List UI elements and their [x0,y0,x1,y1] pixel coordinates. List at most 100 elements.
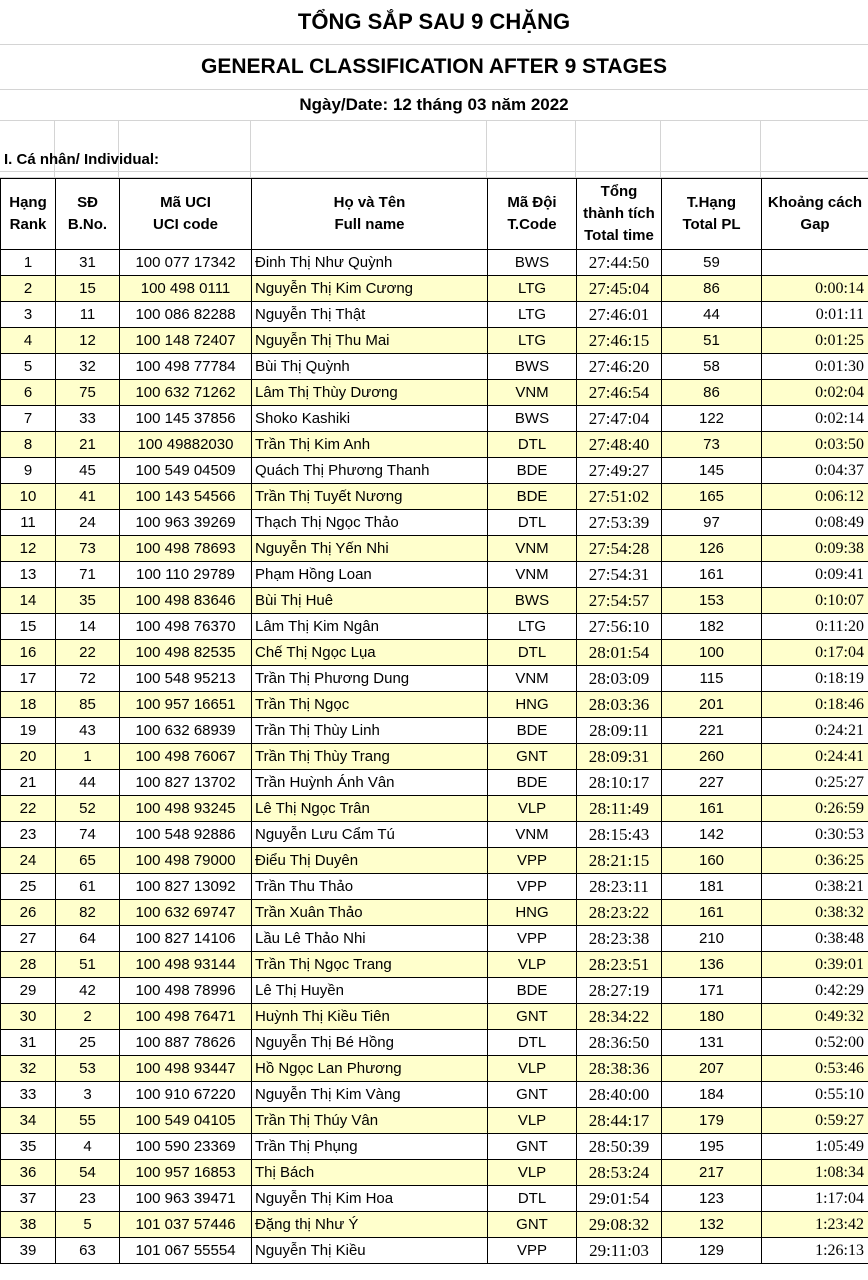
table-row: 29 42 100 498 78996 Lê Thị Huyền BDE 28:27:19… [0,977,868,1004]
bib-cell: 64 [55,925,120,952]
rank-cell: 6 [0,379,56,406]
time-cell: 28:15:43 [576,821,662,848]
uci-cell: 100 110 29789 [119,561,252,588]
name-cell: Bùi Thị Quỳnh [251,353,488,380]
time-cell: 28:23:22 [576,899,662,926]
table-row: 17 72 100 548 95213 Trần Thị Phương Dung VNM… [0,665,868,692]
name-cell: Đinh Thị Như Quỳnh [251,249,488,276]
name-cell: Lê Thị Ngọc Trân [251,795,488,822]
uci-cell: 100 143 54566 [119,483,252,510]
time-cell: 28:11:49 [576,795,662,822]
points-cell: 122 [661,405,762,432]
name-cell: Thạch Thị Ngọc Thảo [251,509,488,536]
team-cell: BDE [487,457,577,484]
col-uci-header: Mã UCI UCI code [119,178,252,250]
bib-cell: 33 [55,405,120,432]
uci-cell: 100 827 13702 [119,769,252,796]
name-cell: Chế Thị Ngọc Lụa [251,639,488,666]
col-points-header: T.Hạng Total PL [661,178,762,250]
uci-cell: 100 498 93245 [119,795,252,822]
name-cell: Lê Thị Huyền [251,977,488,1004]
team-cell: VPP [487,925,577,952]
team-cell: GNT [487,1133,577,1160]
table-row: 1 31 100 077 17342 Đinh Thị Như Quỳnh BWS 27:… [0,249,868,276]
gap-cell: 0:01:25 [761,327,868,354]
rank-cell: 22 [0,795,56,822]
team-cell: BDE [487,769,577,796]
uci-cell: 100 49882030 [119,431,252,458]
rank-cell: 24 [0,847,56,874]
table-row: 34 55 100 549 04105 Trần Thị Thúy Vân VLP 28:… [0,1107,868,1134]
uci-cell: 100 498 76370 [119,613,252,640]
points-cell: 181 [661,873,762,900]
rank-cell: 31 [0,1029,56,1056]
table-row: 13 71 100 110 29789 Phạm Hồng Loan VNM 27:54:… [0,561,868,588]
time-cell: 27:54:31 [576,561,662,588]
bib-cell: 12 [55,327,120,354]
rank-cell: 37 [0,1185,56,1212]
team-cell: DTL [487,431,577,458]
table-row: 32 53 100 498 93447 Hồ Ngọc Lan Phương VLP 28… [0,1055,868,1082]
team-cell: BDE [487,977,577,1004]
title-vietnamese: TỔNG SẮP SAU 9 CHẶNG [297,9,571,34]
gap-cell: 0:10:07 [761,587,868,614]
bib-cell: 51 [55,951,120,978]
rank-cell: 26 [0,899,56,926]
gap-cell [761,249,868,276]
team-cell: DTL [487,509,577,536]
page-title: TỔNG SẮP SAU 9 CHẶNG [0,0,868,45]
table-row: 8 21 100 49882030 Trần Thị Kim Anh DTL 27:48:… [0,431,868,458]
rank-cell: 33 [0,1081,56,1108]
gap-cell: 1:08:34 [761,1159,868,1186]
name-cell: Điểu Thị Duyên [251,847,488,874]
table-row: 21 44 100 827 13702 Trần Huỳnh Ánh Vân BDE 28… [0,769,868,796]
team-cell: VNM [487,821,577,848]
table-row: 33 3 100 910 67220 Nguyễn Thị Kim Vàng GNT 28… [0,1081,868,1108]
name-cell: Bùi Thị Huê [251,587,488,614]
rank-cell: 16 [0,639,56,666]
team-cell: HNG [487,691,577,718]
time-cell: 27:54:57 [576,587,662,614]
time-cell: 28:40:00 [576,1081,662,1108]
gap-cell: 0:52:00 [761,1029,868,1056]
table-row: 5 32 100 498 77784 Bùi Thị Quỳnh BWS 27:46:20… [0,353,868,380]
time-cell: 28:03:09 [576,665,662,692]
name-cell: Nguyễn Thị Kiều [251,1237,488,1264]
uci-cell: 100 910 67220 [119,1081,252,1108]
col-gap-header: Khoảng cách Gap [761,178,868,250]
name-cell: Trần Xuân Thảo [251,899,488,926]
time-cell: 27:46:01 [576,301,662,328]
name-cell: Nguyễn Lưu Cẩm Tú [251,821,488,848]
team-cell: BDE [487,717,577,744]
name-cell: Nguyễn Thị Kim Hoa [251,1185,488,1212]
time-cell: 27:54:28 [576,535,662,562]
uci-cell: 100 827 14106 [119,925,252,952]
gap-cell: 1:17:04 [761,1185,868,1212]
rank-cell: 10 [0,483,56,510]
points-cell: 165 [661,483,762,510]
title-english: GENERAL CLASSIFICATION AFTER 9 STAGES [201,55,667,78]
team-cell: DTL [487,639,577,666]
name-cell: Trần Huỳnh Ánh Vân [251,769,488,796]
table-row: 35 4 100 590 23369 Trần Thị Phụng GNT 28:50:3… [0,1133,868,1160]
time-cell: 29:11:03 [576,1237,662,1264]
bib-cell: 4 [55,1133,120,1160]
col-name-header: Họ và Tên Full name [251,178,488,250]
team-cell: VLP [487,1159,577,1186]
bib-cell: 41 [55,483,120,510]
bib-cell: 63 [55,1237,120,1264]
gap-cell: 1:05:49 [761,1133,868,1160]
bib-cell: 82 [55,899,120,926]
name-cell: Trần Thị Phương Dung [251,665,488,692]
time-cell: 27:44:50 [576,249,662,276]
time-cell: 28:01:54 [576,639,662,666]
team-cell: VNM [487,535,577,562]
points-cell: 182 [661,613,762,640]
bib-cell: 85 [55,691,120,718]
table-row: 27 64 100 827 14106 Lầu Lê Thảo Nhi VPP 28:23… [0,925,868,952]
table-row: 36 54 100 957 16853 Thị Bách VLP 28:53:24 217 1… [0,1159,868,1186]
rank-cell: 3 [0,301,56,328]
col-rank-header: Hạng Rank [0,178,56,250]
table-row: 7 33 100 145 37856 Shoko Kashiki BWS 27:47:04… [0,405,868,432]
team-cell: BWS [487,249,577,276]
